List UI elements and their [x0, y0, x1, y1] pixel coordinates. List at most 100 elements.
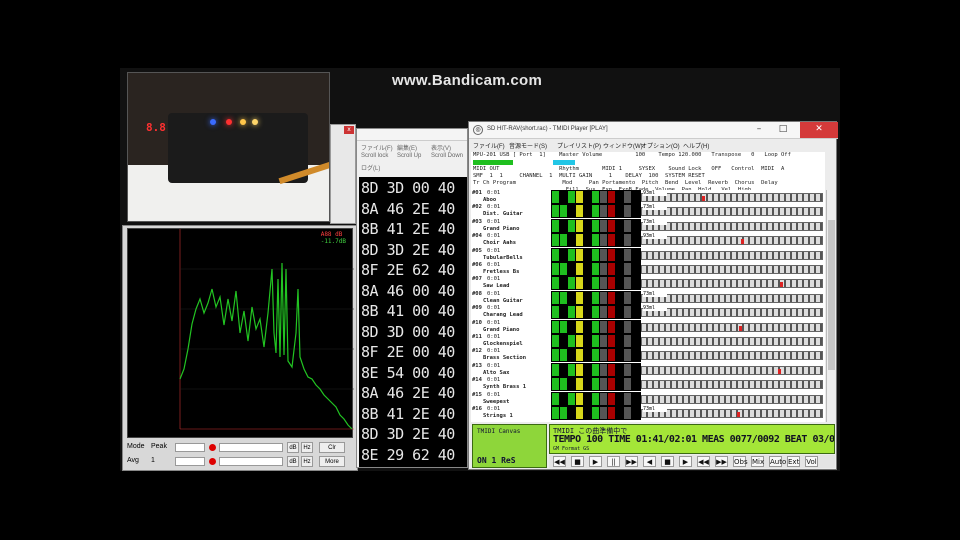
track-indicator-cell [560, 407, 567, 419]
hex-menu-file[interactable]: ファイル(F) [361, 143, 393, 152]
hex-row: 8B 41 00 40 [361, 302, 455, 320]
clear-button[interactable]: Clr [319, 442, 345, 453]
track-row[interactable]: #15 0:01 Sweepest [471, 391, 825, 407]
tmidi-player-window[interactable]: ◎ SD HIT-RAV(short.rac) - TMIDI Player [… [468, 121, 838, 470]
track-indicator-cell [608, 378, 615, 391]
track-row[interactable]: #10 0:01 Grand Piano [471, 319, 825, 335]
track-row[interactable]: #04 0:01 Choir Aahs 93ml [471, 233, 825, 248]
track-program: 0:01 [487, 247, 501, 254]
hex-row: 8A 46 00 40 [361, 281, 455, 300]
track-indicators [551, 391, 641, 406]
background-window[interactable]: x [330, 124, 356, 224]
webcam-led-amber [252, 119, 258, 125]
keyboard-note-on [739, 325, 742, 331]
track-indicator-cell [608, 191, 615, 203]
track-row[interactable]: #06 0:01 Fretless Bs [471, 262, 825, 277]
track-row[interactable]: #13 0:01 Alto Sax [471, 362, 825, 378]
track-indicator-cell [584, 263, 591, 275]
track-row[interactable]: #01 0:01 Aboo 93ml [471, 190, 825, 205]
transport-button[interactable]: ▶▶ [715, 456, 728, 467]
transport-button[interactable]: ▶ [589, 456, 602, 467]
track-row[interactable]: #05 0:01 TubularBells [471, 247, 825, 263]
close-icon[interactable]: ✕ [800, 122, 838, 138]
track-indicator-cell [632, 219, 639, 232]
transport-button[interactable]: ▶ [679, 456, 692, 467]
hz-button[interactable]: Hz [301, 442, 313, 453]
track-indicator-cell [584, 248, 591, 261]
track-indicator-cell [608, 363, 615, 376]
player-titlebar[interactable]: ◎ SD HIT-RAV(short.rac) - TMIDI Player [… [469, 122, 838, 139]
record-dot-icon[interactable] [209, 444, 216, 451]
transport-button[interactable]: Mix [751, 456, 764, 467]
midi-hex-monitor-window[interactable]: ファイル(F) 編集(E) 表示(V) Scroll lock Scroll U… [356, 128, 468, 468]
track-scrollbar[interactable] [826, 190, 835, 422]
transport-button[interactable]: || [607, 456, 620, 467]
scrollbar-thumb[interactable] [828, 220, 835, 370]
transport-button[interactable]: Ext [787, 456, 800, 467]
minimize-icon[interactable]: – [748, 122, 770, 138]
track-keyboard [641, 365, 823, 375]
video-frame: www.Bandicam.com 8.8 x A88 dB -11.7dB Mo… [120, 0, 840, 540]
track-row[interactable]: #16 0:01 Strings 1 73ml [471, 406, 825, 421]
hex-menu-edit[interactable]: 編集(E) [397, 143, 417, 152]
mode-value[interactable]: Peak [151, 443, 167, 450]
track-keyboard [641, 279, 823, 289]
hex-menu-view[interactable]: 表示(V) [431, 143, 451, 152]
maximize-icon[interactable]: □ [772, 122, 794, 138]
track-row[interactable]: #07 0:01 Saw Lead [471, 276, 825, 291]
hex-menu-scroll-up[interactable]: Scroll Up [397, 153, 421, 159]
menu-playlist[interactable]: プレイリスト(P) [557, 141, 601, 150]
avg-value[interactable]: 1 [151, 457, 155, 464]
track-indicator-cell [584, 363, 591, 376]
hz-button[interactable]: Hz [301, 456, 313, 467]
track-indicator-cell [584, 219, 591, 232]
hex-menu-scroll-lock[interactable]: Scroll lock [361, 153, 388, 159]
track-row[interactable]: #12 0:01 Brass Section [471, 348, 825, 363]
avg-field[interactable] [175, 457, 205, 466]
track-row[interactable]: #02 0:01 Dist. Guitar 73ml [471, 204, 825, 219]
keyboard-note-on [780, 282, 783, 288]
track-keyboard [641, 293, 823, 303]
track-indicator-cell [600, 320, 607, 333]
track-indicator-cell [576, 320, 583, 333]
close-icon[interactable]: x [344, 126, 354, 134]
hex-menu-log[interactable]: ログ(L) [361, 163, 380, 172]
menu-help[interactable]: ヘルプ(H) [683, 141, 709, 150]
transport-button[interactable]: Obs [733, 456, 748, 467]
menu-sound-mode[interactable]: 音源モード(S) [509, 141, 547, 150]
transport-button[interactable]: ◀◀ [553, 456, 566, 467]
db-button[interactable]: dB [287, 456, 299, 467]
hex-menu-scroll-down[interactable]: Scroll Down [431, 153, 463, 159]
track-indicator-cell [576, 407, 583, 419]
track-row[interactable]: #11 0:01 Glockenspiel [471, 334, 825, 349]
transport-button[interactable]: Auto [769, 456, 786, 467]
track-indicator-cell [576, 263, 583, 275]
hex-dump-area[interactable]: 8D 3D 00 40 8A 46 2E 40 8B 41 2E 40 8D 3D 2… [359, 177, 467, 467]
transport-button[interactable]: ▶▶ [625, 456, 638, 467]
menu-file[interactable]: ファイル(F) [473, 141, 505, 150]
mode-slider[interactable] [219, 443, 283, 452]
track-indicator-cell [560, 277, 567, 290]
hex-row: 8D 3D 00 40 [361, 322, 455, 341]
record-dot-icon[interactable] [209, 458, 216, 465]
track-row[interactable]: #08 0:01 Clean Guitar 73ml [471, 290, 825, 306]
transport-button[interactable]: Vol [805, 456, 818, 467]
track-indicator-cell [624, 277, 631, 290]
transport-button[interactable]: ■ [571, 456, 584, 467]
hex-window-titlebar[interactable] [357, 129, 467, 141]
track-indicator-cell [560, 263, 567, 275]
track-row[interactable]: #03 0:01 Grand Piano 73ml [471, 218, 825, 234]
transport-button[interactable]: ■ [661, 456, 674, 467]
menu-window[interactable]: ウィンドウ(W) [603, 141, 643, 150]
db-button[interactable]: dB [287, 442, 299, 453]
track-row[interactable]: #09 0:01 Charang Lead 93ml [471, 305, 825, 320]
mode-field[interactable] [175, 443, 205, 452]
transport-button[interactable]: ◀ [643, 456, 656, 467]
menu-options[interactable]: オプション(O) [641, 141, 680, 150]
spectrum-analyzer-window[interactable]: A88 dB -11.7dB Mode Peak dB Hz Clr Avg 1 [122, 225, 358, 471]
more-button[interactable]: More [319, 456, 345, 467]
transport-button[interactable]: ◀◀ [697, 456, 710, 467]
track-keyboard [641, 337, 823, 346]
track-row[interactable]: #14 0:01 Synth Brass 1 [471, 377, 825, 392]
avg-slider[interactable] [219, 457, 283, 466]
